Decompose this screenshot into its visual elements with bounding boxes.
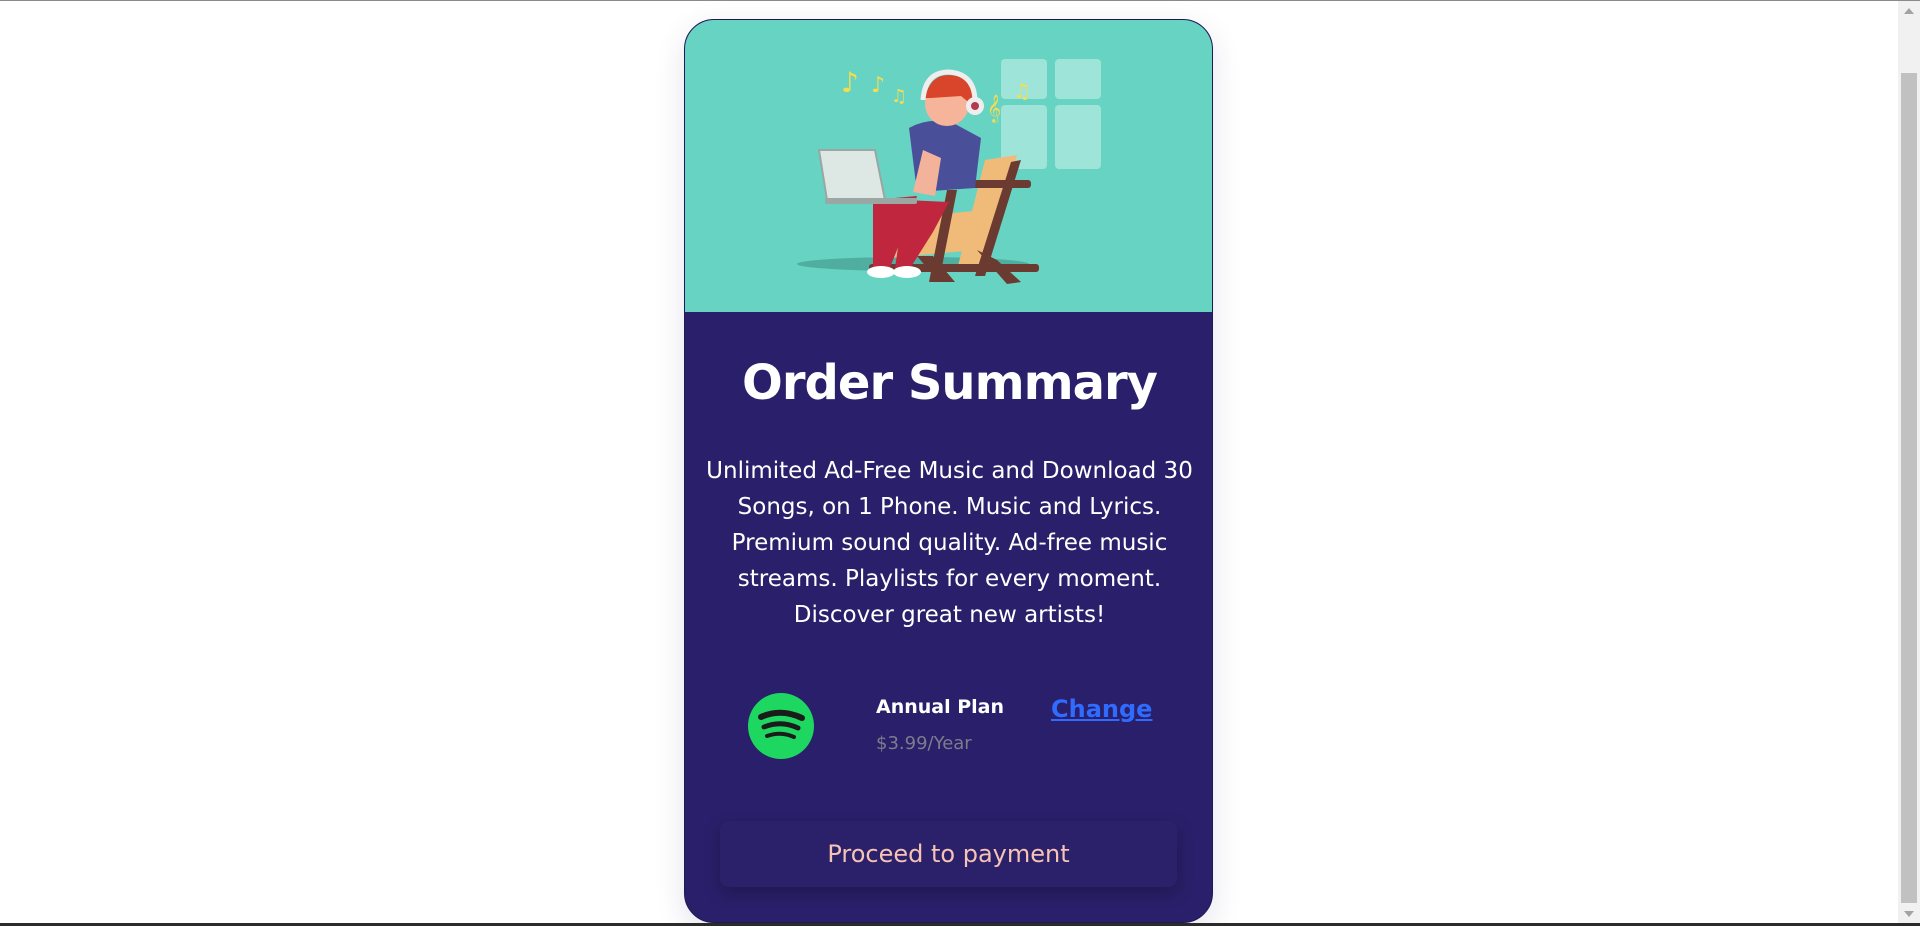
plan-description: Unlimited Ad-Free Music and Download 30 … <box>706 458 1193 628</box>
scroll-thumb[interactable] <box>1901 73 1917 903</box>
plan-price: $3.99/Year <box>876 733 972 754</box>
proceed-to-payment-button[interactable]: Proceed to payment <box>720 821 1177 887</box>
spotify-logo-icon <box>748 693 814 759</box>
page-title: Order Summary <box>742 355 1158 411</box>
svg-text:♫: ♫ <box>891 86 907 107</box>
svg-text:♪: ♪ <box>841 66 859 99</box>
hero-illustration: ♪ ♪ ♫ 𝄞 ♫ <box>797 59 1101 284</box>
vertical-scrollbar[interactable] <box>1898 1 1920 923</box>
change-plan-link[interactable]: Change <box>1051 695 1152 723</box>
svg-text:𝄞: 𝄞 <box>987 94 1001 123</box>
plan-name: Annual Plan <box>876 696 1005 718</box>
scroll-up-arrow-icon[interactable] <box>1904 8 1914 14</box>
hero-banner: ♪ ♪ ♫ 𝄞 ♫ <box>685 20 1212 312</box>
order-summary-card: ♪ ♪ ♫ 𝄞 ♫ Order Summary Unlimited Ad-Fre… <box>684 19 1213 923</box>
svg-text:♫: ♫ <box>1013 79 1031 103</box>
scroll-down-arrow-icon[interactable] <box>1904 911 1914 917</box>
window-top-border <box>0 0 1920 1</box>
svg-text:♪: ♪ <box>871 73 885 98</box>
